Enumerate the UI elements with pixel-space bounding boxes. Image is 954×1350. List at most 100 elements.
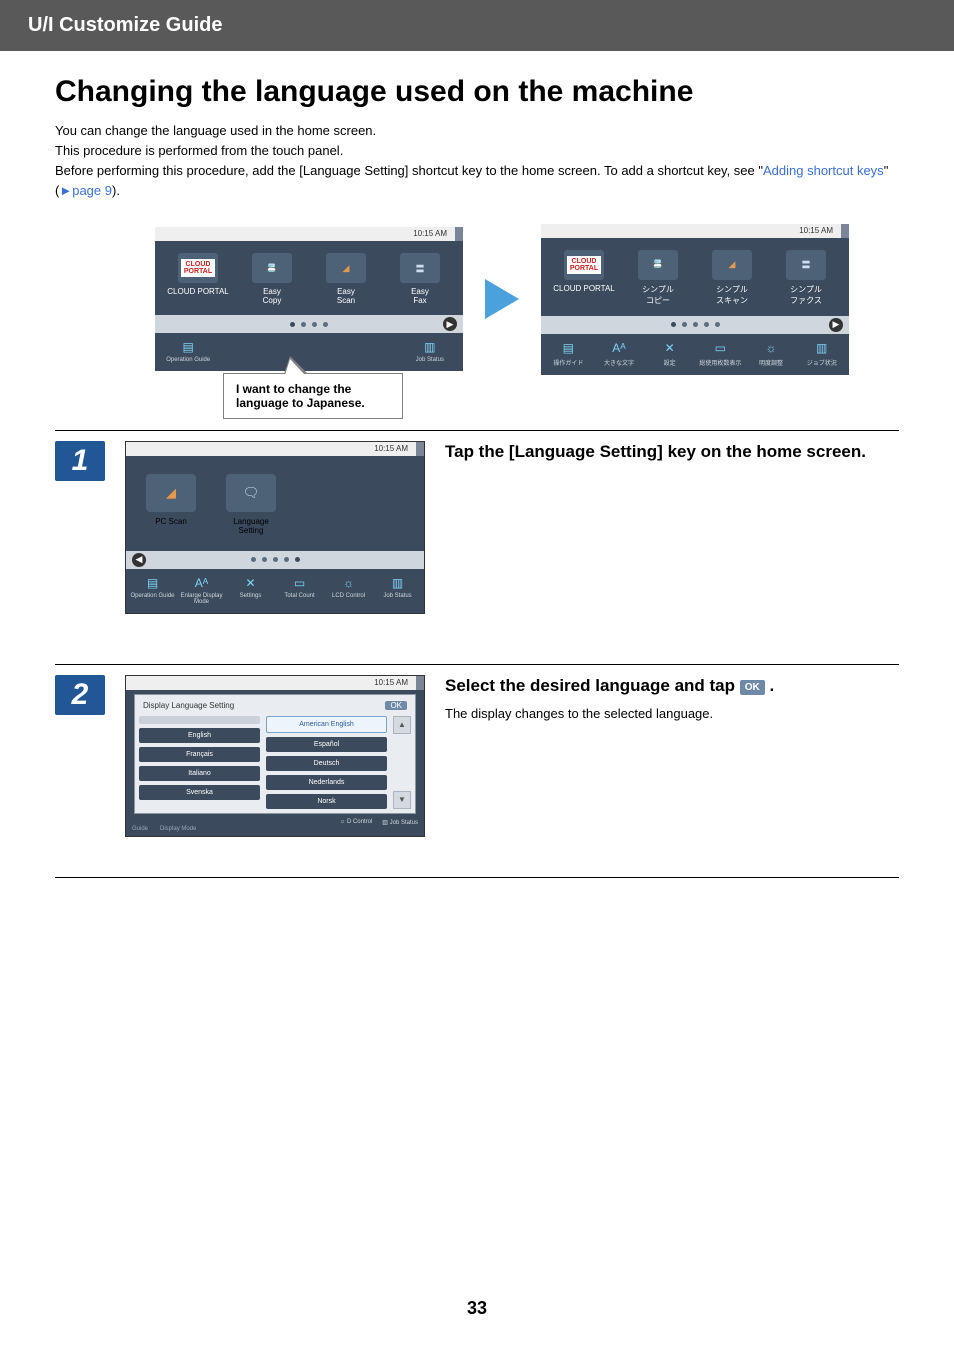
language-icon: 🗨 <box>243 485 260 501</box>
screen-before: 10:15 AM CLOUDPORTALCLOUD PORTAL 📇Easy C… <box>155 227 463 371</box>
side-tab-icon <box>416 676 424 690</box>
lang-english[interactable]: English <box>139 728 260 743</box>
bb-job-status[interactable]: ▥ Job Status <box>382 819 418 826</box>
arrow-right-icon <box>485 279 519 319</box>
tile-easy-copy[interactable]: 📇Easy Copy <box>239 253 305 305</box>
tile-easy-scan[interactable]: ◢Easy Scan <box>313 253 379 305</box>
intro-block: You can change the language used in the … <box>55 121 899 202</box>
bb-operation-guide[interactable]: ▤Operation Guide <box>159 339 217 363</box>
lang-scroll: ▲ ▼ <box>393 716 411 809</box>
side-tab-icon <box>455 227 463 241</box>
page-right-icon[interactable]: ▶ <box>443 317 457 331</box>
screen-after-top: 10:15 AM <box>541 224 849 238</box>
dialog-title: Display Language Setting <box>143 701 234 710</box>
page-left-icon[interactable]: ◀ <box>132 553 146 567</box>
before-tiles: CLOUDPORTALCLOUD PORTAL 📇Easy Copy ◢Easy… <box>155 241 463 309</box>
ok-chip: OK <box>740 680 765 696</box>
bb-job-status[interactable]: ▥Job Status <box>375 575 420 605</box>
bb-job-status-jp[interactable]: ▥ジョブ状況 <box>798 340 845 367</box>
job-status-icon: ▥ <box>382 820 388 826</box>
side-tab-icon <box>841 224 849 238</box>
dialog-ok-button[interactable]: OK <box>385 701 407 710</box>
scroll-up-icon[interactable]: ▲ <box>393 716 411 734</box>
tile-language-setting[interactable]: 🗨Language Setting <box>220 474 282 535</box>
language-grid: English Français Italiano Svenska Americ… <box>139 716 411 809</box>
lang-norsk[interactable]: Norsk <box>266 794 387 809</box>
step-number-2: 2 <box>55 675 105 715</box>
tile-simple-fax[interactable]: 〓シンプル ファクス <box>773 250 839 306</box>
job-status-icon: ▥ <box>401 339 459 355</box>
cloud-portal-icon: CLOUDPORTAL <box>181 259 215 277</box>
brightness-icon: ☼ <box>748 340 795 356</box>
settings-icon: ✕ <box>228 575 273 591</box>
pager-dots: ▶ <box>541 316 849 334</box>
time-label: 10:15 AM <box>799 226 833 235</box>
scan-icon: ◢ <box>343 263 350 274</box>
step-divider <box>55 877 899 878</box>
lang-francais[interactable]: Français <box>139 747 260 762</box>
copy-icon: 📇 <box>266 263 277 274</box>
bb-settings[interactable]: ✕Settings <box>228 575 273 605</box>
bb-lcd-control[interactable]: ☼LCD Control <box>326 575 371 605</box>
bb-operation-guide[interactable]: ▤Operation Guide <box>130 575 175 605</box>
lang-espanol[interactable]: Español <box>266 737 387 752</box>
bb-job-status[interactable]: ▥Job Status <box>401 339 459 363</box>
lang-italiano[interactable]: Italiano <box>139 766 260 781</box>
step2-bottom-right: ☼ D Control ▥ Job Status <box>340 819 418 826</box>
doc-title: U/I Customize Guide <box>28 14 222 36</box>
tile-easy-fax[interactable]: 〓Easy Fax <box>387 253 453 305</box>
before-wrap: 10:15 AM CLOUDPORTALCLOUD PORTAL 📇Easy C… <box>155 227 463 371</box>
copy-icon: 📇 <box>652 259 663 270</box>
step-2-body: The display changes to the selected lang… <box>445 704 899 724</box>
lang-nederlands[interactable]: Nederlands <box>266 775 387 790</box>
link-adding-shortcut-keys[interactable]: Adding shortcut keys <box>763 163 884 178</box>
bb-d-control[interactable]: ☼ D Control <box>340 819 373 826</box>
bb-total-count[interactable]: ▭Total Count <box>277 575 322 605</box>
page-number: 33 <box>55 1298 899 1349</box>
speech-bubble: I want to change the language to Japanes… <box>223 373 403 419</box>
step-1-title: Tap the [Language Setting] key on the ho… <box>445 441 899 464</box>
lang-deutsch[interactable]: Deutsch <box>266 756 387 771</box>
lang-empty[interactable] <box>139 716 260 724</box>
screen-after: 10:15 AM CLOUDPORTALCLOUD PORTAL 📇シンプル コ… <box>541 224 849 375</box>
scroll-down-icon[interactable]: ▼ <box>393 791 411 809</box>
tile-cloud-portal[interactable]: CLOUDPORTALCLOUD PORTAL <box>165 253 231 305</box>
time-label: 10:15 AM <box>374 444 408 453</box>
brightness-icon: ☼ <box>326 575 371 591</box>
cloud-portal-icon: CLOUDPORTAL <box>567 256 601 274</box>
step-1-row: 1 10:15 AM ◢PC Scan 🗨Language Setting ◀ … <box>55 431 899 614</box>
intro-line-3: Before performing this procedure, add th… <box>55 161 899 201</box>
bb-large-text-jp[interactable]: Aᴬ大きな文字 <box>596 340 643 367</box>
step-2-screenshot: 10:15 AM Display Language Setting OK Eng… <box>125 675 425 837</box>
after-bottom-bar: ▤操作ガイド Aᴬ大きな文字 ✕設定 ▭総使用枚数表示 ☼明度調整 ▥ジョブ状況 <box>541 334 849 375</box>
enlarge-icon: Aᴬ <box>179 575 224 591</box>
lang-american-english[interactable]: American English <box>266 716 387 733</box>
tile-pc-scan[interactable]: ◢PC Scan <box>140 474 202 535</box>
bb-guide-jp[interactable]: ▤操作ガイド <box>545 340 592 367</box>
tile-simple-scan[interactable]: ◢シンプル スキャン <box>699 250 765 306</box>
tile-cloud-portal[interactable]: CLOUDPORTALCLOUD PORTAL <box>551 250 617 306</box>
language-dialog: Display Language Setting OK English Fran… <box>134 694 416 814</box>
job-status-icon: ▥ <box>375 575 420 591</box>
tile-simple-copy[interactable]: 📇シンプル コピー <box>625 250 691 306</box>
step-2-row: 2 10:15 AM Display Language Setting OK E… <box>55 665 899 837</box>
count-icon: ▭ <box>277 575 322 591</box>
bb-settings-jp[interactable]: ✕設定 <box>646 340 693 367</box>
intro-line-1: You can change the language used in the … <box>55 121 899 141</box>
screen-before-top: 10:15 AM <box>155 227 463 241</box>
step1-tiles: ◢PC Scan 🗨Language Setting <box>126 456 424 545</box>
brightness-icon: ☼ <box>340 819 346 825</box>
link-page-9[interactable]: ►page 9 <box>59 183 112 198</box>
step-number-1: 1 <box>55 441 105 481</box>
step-2-title: Select the desired language and tap OK . <box>445 675 899 698</box>
step2-top: 10:15 AM <box>126 676 424 690</box>
step-2-text: Select the desired language and tap OK .… <box>445 675 899 837</box>
bb-enlarge-display[interactable]: AᴬEnlarge Display Mode <box>179 575 224 605</box>
page-right-icon[interactable]: ▶ <box>829 318 843 332</box>
bb-brightness-jp[interactable]: ☼明度調整 <box>748 340 795 367</box>
step1-top: 10:15 AM <box>126 442 424 456</box>
bb-total-count-jp[interactable]: ▭総使用枚数表示 <box>697 340 744 367</box>
page-body: Changing the language used on the machin… <box>0 51 954 1349</box>
settings-icon: ✕ <box>646 340 693 356</box>
lang-svenska[interactable]: Svenska <box>139 785 260 800</box>
